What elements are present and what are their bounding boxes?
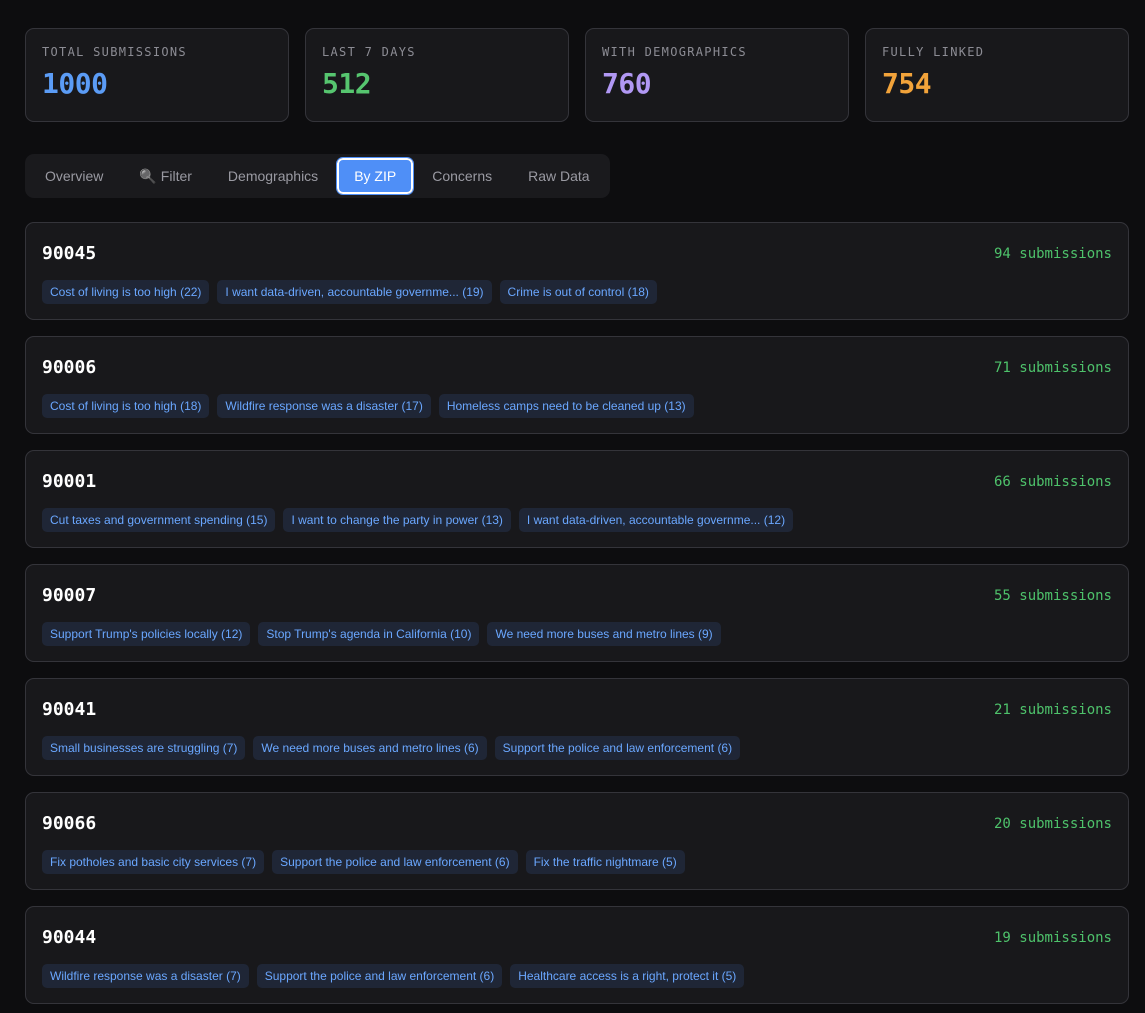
zip-code: 90066 (42, 813, 97, 834)
concern-chips: Cost of living is too high (22) I want d… (42, 280, 657, 304)
tab-filter[interactable]: 🔍 Filter (121, 158, 210, 194)
stat-value: 754 (882, 67, 932, 100)
tab-label: Filter (160, 168, 192, 184)
concern-chips: Wildfire response was a disaster (7) Sup… (42, 964, 745, 988)
concern-chip: We need more buses and metro lines (6) (253, 736, 487, 760)
zip-list: 90045 94 submissions Cost of living is t… (25, 222, 1129, 1004)
stat-value: 512 (322, 67, 372, 100)
submission-count: 21 submissions (993, 702, 1112, 718)
concern-chip: Small businesses are struggling (7) (42, 736, 246, 760)
zip-card: 90044 19 submissions Wildfire response w… (25, 906, 1129, 1004)
dashboard-page: TOTAL SUBMISSIONS 1000 LAST 7 DAYS 512 W… (0, 0, 1145, 1013)
tab-label: Concerns (432, 168, 493, 184)
zip-code: 90045 (42, 243, 97, 264)
zip-card: 90006 71 submissions Cost of living is t… (25, 336, 1129, 434)
stat-value: 1000 (42, 67, 108, 100)
concern-chip: Healthcare access is a right, protect it… (510, 964, 745, 988)
stat-card-with-demographics: WITH DEMOGRAPHICS 760 (585, 28, 849, 122)
tab-label: Overview (45, 168, 104, 184)
stat-label: WITH DEMOGRAPHICS (602, 45, 747, 59)
zip-card: 90066 20 submissions Fix potholes and ba… (25, 792, 1129, 890)
concern-chip: We need more buses and metro lines (9) (487, 622, 721, 646)
zip-code: 90041 (42, 699, 97, 720)
concern-chip: Cut taxes and government spending (15) (42, 508, 276, 532)
tab-bar: Overview 🔍 Filter Demographics By ZIP Co… (25, 154, 610, 198)
submission-count: 71 submissions (993, 360, 1112, 376)
submission-count: 66 submissions (993, 474, 1112, 490)
zip-card: 90007 55 submissions Support Trump's pol… (25, 564, 1129, 662)
zip-code: 90044 (42, 927, 97, 948)
concern-chips: Support Trump's policies locally (12) St… (42, 622, 721, 646)
stats-row: TOTAL SUBMISSIONS 1000 LAST 7 DAYS 512 W… (25, 28, 1129, 122)
submission-count: 94 submissions (993, 246, 1112, 262)
tab-raw-data[interactable]: Raw Data (510, 158, 607, 194)
concern-chip: Fix potholes and basic city services (7) (42, 850, 265, 874)
concern-chip: Support the police and law enforcement (… (272, 850, 518, 874)
tab-label: Raw Data (528, 168, 590, 184)
tab-label: Demographics (227, 168, 319, 184)
stat-card-fully-linked: FULLY LINKED 754 (865, 28, 1129, 122)
zip-card: 90041 21 submissions Small businesses ar… (25, 678, 1129, 776)
tab-concerns[interactable]: Concerns (414, 158, 510, 194)
concern-chip: I want data-driven, accountable governme… (518, 508, 794, 532)
concern-chip: Crime is out of control (18) (499, 280, 657, 304)
tab-by-zip[interactable]: By ZIP (336, 157, 415, 195)
concern-chip: Homeless camps need to be cleaned up (13… (438, 394, 694, 418)
concern-chip: Fix the traffic nightmare (5) (525, 850, 685, 874)
stat-card-total-submissions: TOTAL SUBMISSIONS 1000 (25, 28, 289, 122)
concern-chip: I want data-driven, accountable governme… (217, 280, 492, 304)
stat-label: TOTAL SUBMISSIONS (42, 45, 187, 59)
concern-chip: Support the police and law enforcement (… (256, 964, 503, 988)
stat-label: FULLY LINKED (882, 45, 985, 59)
stat-card-last-7-days: LAST 7 DAYS 512 (305, 28, 569, 122)
concern-chips: Cut taxes and government spending (15) I… (42, 508, 794, 532)
submission-count: 19 submissions (993, 930, 1112, 946)
concern-chip: Cost of living is too high (18) (42, 394, 210, 418)
tab-label: By ZIP (354, 168, 397, 184)
submission-count: 20 submissions (993, 816, 1112, 832)
zip-code: 90001 (42, 471, 97, 492)
concern-chip: Wildfire response was a disaster (7) (42, 964, 249, 988)
concern-chips: Small businesses are struggling (7) We n… (42, 736, 741, 760)
submission-count: 55 submissions (993, 588, 1112, 604)
magnifier-icon: 🔍 (139, 167, 157, 184)
stat-value: 760 (602, 67, 652, 100)
tab-demographics[interactable]: Demographics (210, 158, 336, 194)
concern-chip: Cost of living is too high (22) (42, 280, 210, 304)
concern-chips: Fix potholes and basic city services (7)… (42, 850, 685, 874)
concern-chip: Support Trump's policies locally (12) (42, 622, 251, 646)
zip-code: 90007 (42, 585, 97, 606)
zip-code: 90006 (42, 357, 97, 378)
tab-overview[interactable]: Overview (27, 158, 121, 194)
concern-chip: Stop Trump's agenda in California (10) (258, 622, 480, 646)
concern-chip: Support the police and law enforcement (… (494, 736, 741, 760)
concern-chip: Wildfire response was a disaster (17) (217, 394, 431, 418)
zip-card: 90045 94 submissions Cost of living is t… (25, 222, 1129, 320)
stat-label: LAST 7 DAYS (322, 45, 416, 59)
concern-chips: Cost of living is too high (18) Wildfire… (42, 394, 694, 418)
zip-card: 90001 66 submissions Cut taxes and gover… (25, 450, 1129, 548)
concern-chip: I want to change the party in power (13) (283, 508, 511, 532)
